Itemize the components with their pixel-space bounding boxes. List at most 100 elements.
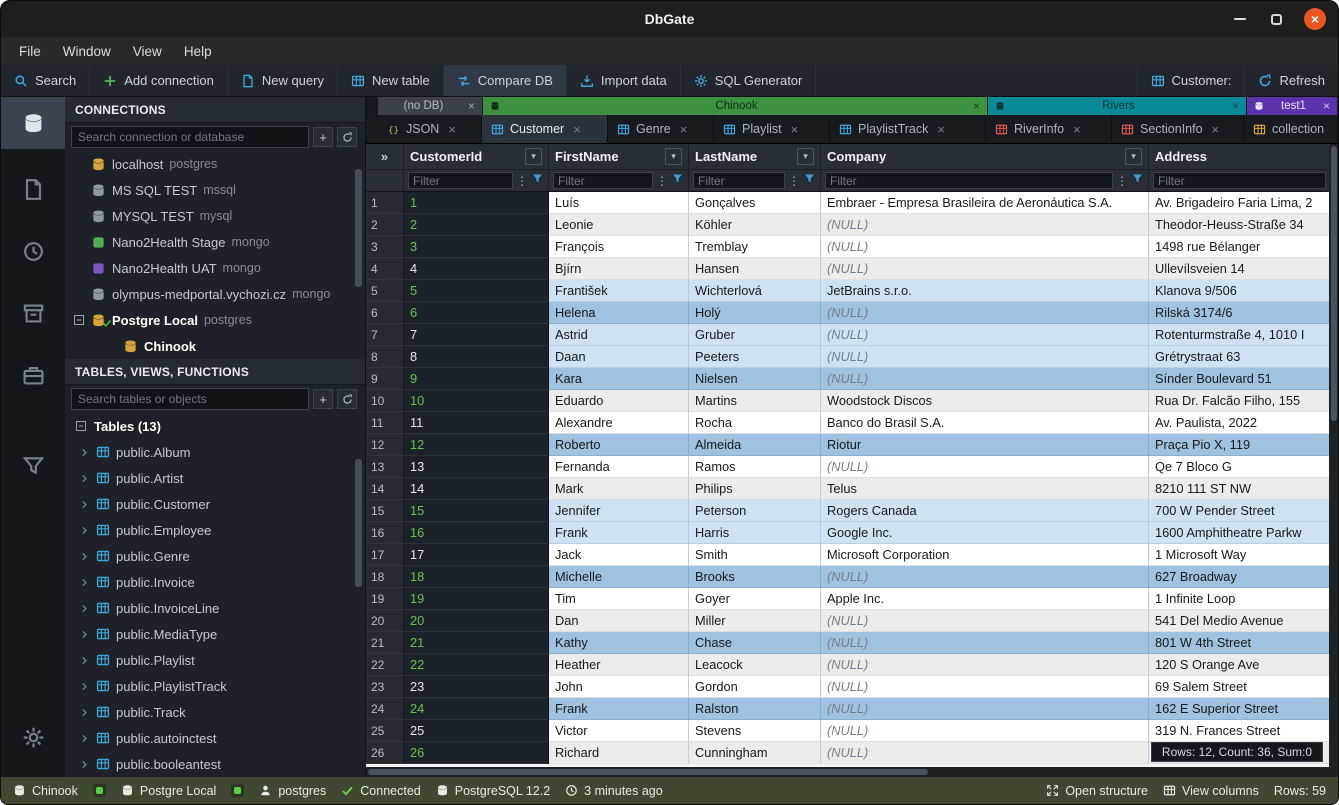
row-number-cell[interactable]: 20	[366, 610, 404, 632]
cell-address[interactable]: 1 Infinite Loop	[1149, 588, 1331, 610]
cell-address[interactable]: 1 Microsoft Way	[1149, 544, 1331, 566]
cell-firstname[interactable]: Daan	[549, 346, 689, 368]
table-list-item[interactable]: public.autoinctest	[65, 725, 365, 751]
cell-customerid[interactable]: 7	[404, 324, 549, 346]
menu-item-file[interactable]: File	[9, 41, 51, 62]
toolbar-button-new-query[interactable]: New query	[228, 65, 338, 96]
close-icon[interactable]: ×	[1323, 99, 1330, 113]
column-header-customerid[interactable]: CustomerId▾	[404, 144, 549, 170]
row-number-cell[interactable]: 17	[366, 544, 404, 566]
cell-address[interactable]: 162 E Superior Street	[1149, 698, 1331, 720]
close-icon[interactable]: ×	[1232, 99, 1239, 113]
row-number-cell[interactable]: 6	[366, 302, 404, 324]
cell-company[interactable]: Banco do Brasil S.A.	[821, 412, 1149, 434]
statusbar-item-open-structure[interactable]: Open structure	[1046, 784, 1148, 798]
database-tab-test1[interactable]: test1×	[1247, 97, 1337, 115]
cell-lastname[interactable]: Leacock	[689, 654, 821, 676]
toolbar-button-sql-generator[interactable]: SQL Generator	[681, 65, 817, 96]
horizontal-scrollbar[interactable]	[366, 767, 1338, 777]
strip-button-database[interactable]	[1, 97, 65, 149]
cell-address[interactable]: Rua Dr. Falcão Filho, 155	[1149, 390, 1331, 412]
cell-lastname[interactable]: Ralston	[689, 698, 821, 720]
cell-company[interactable]: (NULL)	[821, 676, 1149, 698]
cell-customerid[interactable]: 11	[404, 412, 549, 434]
cell-lastname[interactable]: Holý	[689, 302, 821, 324]
cell-lastname[interactable]: Smith	[689, 544, 821, 566]
row-number-cell[interactable]: 4	[366, 258, 404, 280]
cell-firstname[interactable]: Jennifer	[549, 500, 689, 522]
chevron-right-icon[interactable]	[79, 681, 90, 692]
cell-lastname[interactable]: Chase	[689, 632, 821, 654]
tab-customer[interactable]: Customer×	[482, 115, 608, 143]
table-list-item[interactable]: public.Album	[65, 439, 365, 465]
refresh-tables-button[interactable]	[337, 389, 357, 409]
cell-company[interactable]: (NULL)	[821, 566, 1149, 588]
cell-firstname[interactable]: Eduardo	[549, 390, 689, 412]
menu-item-window[interactable]: Window	[53, 41, 121, 62]
chevron-right-icon[interactable]	[79, 655, 90, 666]
strip-button-archive[interactable]	[1, 287, 65, 339]
column-header-company[interactable]: Company▾	[821, 144, 1149, 170]
cell-firstname[interactable]: Tim	[549, 588, 689, 610]
row-number-cell[interactable]: 25	[366, 720, 404, 742]
cell-company[interactable]: JetBrains s.r.o.	[821, 280, 1149, 302]
close-icon[interactable]: ×	[937, 122, 945, 137]
cell-lastname[interactable]: Goyer	[689, 588, 821, 610]
strip-button-file[interactable]	[1, 163, 65, 215]
cell-company[interactable]: (NULL)	[821, 368, 1149, 390]
horizontal-scrollbar-thumb[interactable]	[368, 769, 928, 775]
row-number-cell[interactable]: 10	[366, 390, 404, 412]
filter-funnel-button[interactable]	[671, 172, 684, 190]
tab-json[interactable]: {}JSON×	[378, 115, 482, 143]
cell-firstname[interactable]: Kara	[549, 368, 689, 390]
cell-customerid[interactable]: 4	[404, 258, 549, 280]
cell-address[interactable]: Qe 7 Bloco G	[1149, 456, 1331, 478]
strip-button-briefcase[interactable]	[1, 349, 65, 401]
connection-item[interactable]: Nano2Health UATmongo	[65, 255, 365, 281]
chevron-right-icon[interactable]	[79, 551, 90, 562]
kebab-menu-icon[interactable]: ⋮	[788, 175, 800, 187]
close-icon[interactable]: ×	[448, 122, 456, 137]
cell-address[interactable]: 541 Del Medio Avenue	[1149, 610, 1331, 632]
tab-riverinfo[interactable]: RiverInfo×	[986, 115, 1112, 143]
cell-company[interactable]: (NULL)	[821, 236, 1149, 258]
cell-address[interactable]: 319 N. Frances Street	[1149, 720, 1331, 742]
cell-address[interactable]: Theodor-Heuss-Straße 34	[1149, 214, 1331, 236]
cell-firstname[interactable]: Heather	[549, 654, 689, 676]
cell-firstname[interactable]: Michelle	[549, 566, 689, 588]
cell-customerid[interactable]: 17	[404, 544, 549, 566]
cell-address[interactable]: 700 W Pender Street	[1149, 500, 1331, 522]
cell-company[interactable]: (NULL)	[821, 302, 1149, 324]
cell-firstname[interactable]: Luís	[549, 192, 689, 214]
column-header-lastname[interactable]: LastName▾	[689, 144, 821, 170]
cell-customerid[interactable]: 25	[404, 720, 549, 742]
menu-item-help[interactable]: Help	[174, 41, 222, 62]
cell-customerid[interactable]: 18	[404, 566, 549, 588]
cell-lastname[interactable]: Ramos	[689, 456, 821, 478]
cell-customerid[interactable]: 6	[404, 302, 549, 324]
cell-firstname[interactable]: Kathy	[549, 632, 689, 654]
cell-customerid[interactable]: 22	[404, 654, 549, 676]
cell-company[interactable]: Embraer - Empresa Brasileira de Aeronáut…	[821, 192, 1149, 214]
connections-scrollbar[interactable]	[355, 169, 362, 287]
cell-firstname[interactable]: Frank	[549, 522, 689, 544]
close-icon[interactable]: ×	[791, 122, 799, 137]
vertical-scrollbar[interactable]	[1329, 144, 1338, 767]
cell-customerid[interactable]: 21	[404, 632, 549, 654]
connection-item[interactable]: Nano2Health Stagemongo	[65, 229, 365, 255]
close-button[interactable]: ×	[1304, 8, 1326, 30]
cell-lastname[interactable]: Gruber	[689, 324, 821, 346]
cell-customerid[interactable]: 2	[404, 214, 549, 236]
statusbar-item-led[interactable]	[93, 784, 106, 797]
statusbar-item-rows-59[interactable]: Rows: 59	[1274, 784, 1326, 798]
cell-address[interactable]: Grétrystraat 63	[1149, 346, 1331, 368]
cell-company[interactable]: (NULL)	[821, 698, 1149, 720]
row-number-cell[interactable]: 1	[366, 192, 404, 214]
row-number-cell[interactable]: 2	[366, 214, 404, 236]
close-icon[interactable]: ×	[973, 99, 980, 113]
cell-company[interactable]: Microsoft Corporation	[821, 544, 1149, 566]
row-number-cell[interactable]: 8	[366, 346, 404, 368]
row-number-cell[interactable]: 23	[366, 676, 404, 698]
cell-lastname[interactable]: Köhler	[689, 214, 821, 236]
close-icon[interactable]: ×	[1073, 122, 1081, 137]
